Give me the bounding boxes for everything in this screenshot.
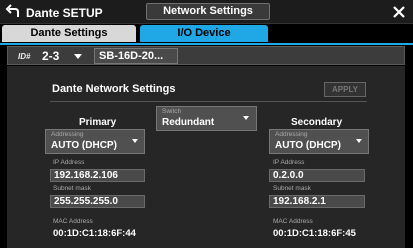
back-button[interactable] <box>3 2 23 22</box>
primary-subnet-label: Subnet mask <box>53 185 91 192</box>
secondary-subnet-field[interactable]: 192.168.2.1 <box>269 195 365 208</box>
id-selector[interactable]: 2-3 <box>42 49 59 63</box>
primary-addressing-dropdown[interactable]: Addressing AUTO (DHCP) <box>45 129 145 154</box>
network-settings-panel: Dante Network Settings APPLY Switch Redu… <box>7 66 405 248</box>
window-title: Network Settings <box>146 3 270 20</box>
primary-addressing-label: Addressing <box>51 131 84 138</box>
primary-mac-value: 00:1D:C1:18:6F:44 <box>53 228 136 239</box>
secondary-title: Secondary <box>291 117 343 128</box>
id-label: ID# <box>18 52 31 61</box>
chevron-down-icon <box>243 116 249 120</box>
close-icon <box>393 6 405 18</box>
back-arrow-icon <box>5 4 19 17</box>
primary-subnet-field[interactable]: 255.255.255.0 <box>50 195 145 208</box>
switch-label: Switch <box>162 108 182 115</box>
primary-ip-field[interactable]: 192.168.2.106 <box>50 169 145 182</box>
secondary-ip-label: IP Address <box>273 159 305 166</box>
switch-dropdown[interactable]: Switch Redundant <box>156 106 257 131</box>
chevron-down-icon <box>356 139 362 143</box>
tab-underline <box>0 43 413 45</box>
switch-value: Redundant <box>162 117 215 128</box>
secondary-mac-value: 00:1D:C1:18:6F:45 <box>273 228 356 239</box>
device-name-field: SB-16D-20... <box>94 48 178 64</box>
apply-button[interactable]: APPLY <box>324 82 366 97</box>
secondary-addressing-label: Addressing <box>275 131 308 138</box>
tab-bar: Dante Settings I/O Device <box>0 25 413 43</box>
secondary-subnet-label: Subnet mask <box>273 185 311 192</box>
section-divider <box>50 101 367 102</box>
device-selector-bar: ID# 2-3 SB-16D-20... <box>7 46 405 65</box>
tab-dante-settings[interactable]: Dante Settings <box>2 25 136 42</box>
section-title: Dante Network Settings <box>52 83 176 95</box>
chevron-down-icon <box>132 139 138 143</box>
primary-addressing-value: AUTO (DHCP) <box>51 140 117 151</box>
tab-io-device[interactable]: I/O Device <box>140 25 268 42</box>
primary-title: Primary <box>79 117 117 128</box>
secondary-mac-label: MAC Address <box>273 218 313 225</box>
title-bar: Dante SETUP Network Settings <box>0 0 413 24</box>
secondary-addressing-value: AUTO (DHCP) <box>275 140 341 151</box>
secondary-addressing-dropdown[interactable]: Addressing AUTO (DHCP) <box>269 129 369 154</box>
close-button[interactable] <box>389 2 409 22</box>
chevron-down-icon[interactable] <box>74 54 82 59</box>
primary-ip-label: IP Address <box>53 159 85 166</box>
secondary-ip-field[interactable]: 0.2.0.0 <box>269 169 365 182</box>
app-title: Dante SETUP <box>26 6 103 20</box>
primary-mac-label: MAC Address <box>53 218 93 225</box>
